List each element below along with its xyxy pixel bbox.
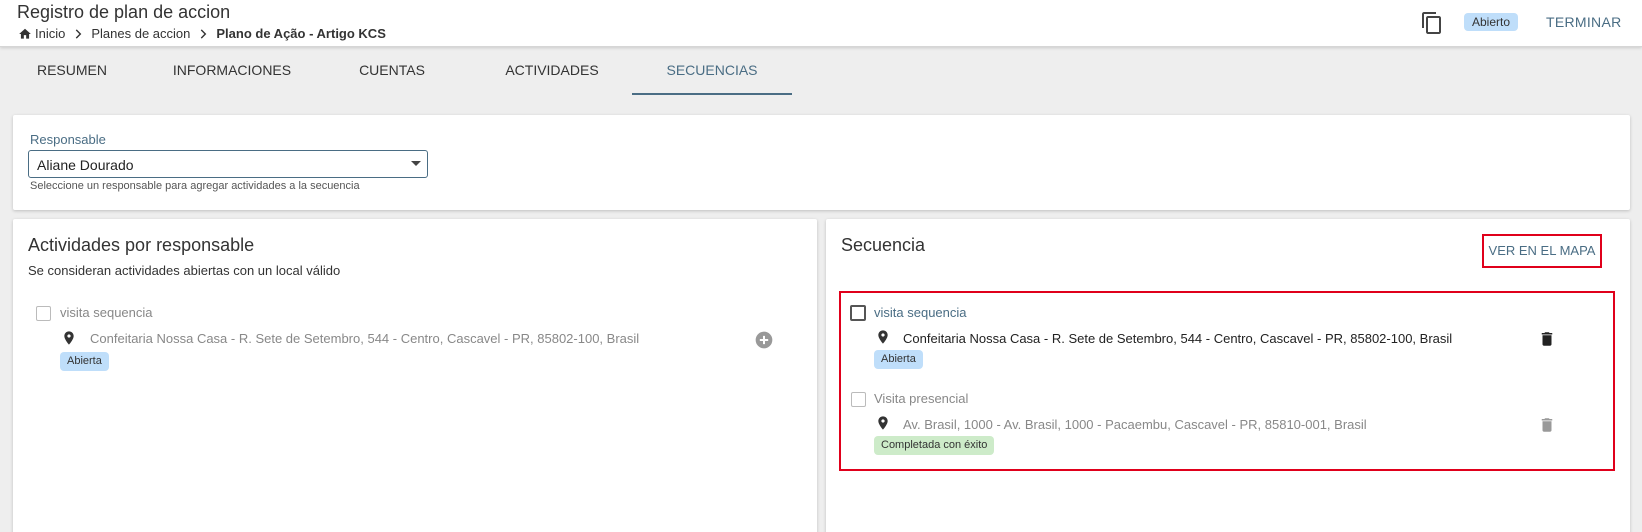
status-badge: Abierta xyxy=(874,350,923,369)
responsable-label: Responsable xyxy=(30,132,106,147)
chevron-right-icon xyxy=(196,27,210,41)
page-title: Registro de plan de accion xyxy=(17,2,231,22)
tab-resumen[interactable]: RESUMEN xyxy=(22,48,122,95)
app-header: Registro de plan de accion Inicio Planes… xyxy=(0,0,1642,47)
chevron-right-icon xyxy=(71,27,85,41)
location-pin-icon xyxy=(61,329,77,347)
activities-panel-subtitle: Se consideran actividades abiertas con u… xyxy=(28,263,341,278)
trash-icon[interactable] xyxy=(1538,329,1556,349)
sequence-list: visita sequencia Confeitaria Nossa Casa … xyxy=(839,291,1615,471)
sequence-item-title[interactable]: Visita presencial xyxy=(874,391,968,406)
sequence-item-address: Confeitaria Nossa Casa - R. Sete de Sete… xyxy=(903,331,1453,346)
view-map-button[interactable]: VER EN EL MAPA xyxy=(1482,234,1602,268)
responsable-help-text: Seleccione un responsable para agregar a… xyxy=(30,180,360,192)
responsable-card: Responsable Aliane Dourado Seleccione un… xyxy=(13,115,1630,210)
sequence-checkbox[interactable] xyxy=(851,392,866,407)
add-circle-icon[interactable] xyxy=(754,330,774,350)
activities-panel: Actividades por responsable Se considera… xyxy=(13,219,817,532)
tab-cuentas[interactable]: CUENTAS xyxy=(342,48,442,95)
activity-title: visita sequencia xyxy=(60,305,153,320)
home-icon[interactable] xyxy=(18,27,32,41)
activity-address: Confeitaria Nossa Casa - R. Sete de Sete… xyxy=(90,331,640,346)
tab-actividades[interactable]: ACTIVIDADES xyxy=(478,48,626,95)
trash-icon[interactable] xyxy=(1538,415,1556,435)
terminar-button[interactable]: TERMINAR xyxy=(1546,14,1622,30)
location-pin-icon xyxy=(875,414,891,432)
responsable-select-value: Aliane Dourado xyxy=(37,157,134,173)
responsable-select[interactable]: Aliane Dourado xyxy=(28,150,428,178)
tab-bar: RESUMEN INFORMACIONES CUENTAS ACTIVIDADE… xyxy=(0,48,1642,95)
location-pin-icon xyxy=(875,328,891,346)
status-badge: Abierto xyxy=(1464,13,1519,31)
sequence-checkbox[interactable] xyxy=(850,305,866,321)
sequence-item-title[interactable]: visita sequencia xyxy=(874,305,967,320)
tab-informaciones[interactable]: INFORMACIONES xyxy=(160,48,304,95)
sequence-panel-title: Secuencia xyxy=(841,235,926,255)
status-badge: Completada con éxito xyxy=(874,436,995,455)
copy-icon[interactable] xyxy=(1420,11,1444,35)
activities-panel-title: Actividades por responsable xyxy=(28,235,255,255)
breadcrumb: Inicio Planes de accion Plano de Ação - … xyxy=(18,26,386,41)
breadcrumb-item-planes[interactable]: Planes de accion xyxy=(91,26,190,41)
tab-secuencias[interactable]: SECUENCIAS xyxy=(632,48,792,95)
sequence-item-address: Av. Brasil, 1000 - Av. Brasil, 1000 - Pa… xyxy=(903,417,1367,432)
breadcrumb-item-current: Plano de Ação - Artigo KCS xyxy=(216,26,386,41)
breadcrumb-item-inicio[interactable]: Inicio xyxy=(35,26,65,41)
sequence-panel: Secuencia VER EN EL MAPA visita sequenci… xyxy=(826,219,1630,532)
activity-checkbox[interactable] xyxy=(36,306,51,321)
caret-down-icon xyxy=(411,161,421,166)
status-badge: Abierta xyxy=(60,352,109,371)
